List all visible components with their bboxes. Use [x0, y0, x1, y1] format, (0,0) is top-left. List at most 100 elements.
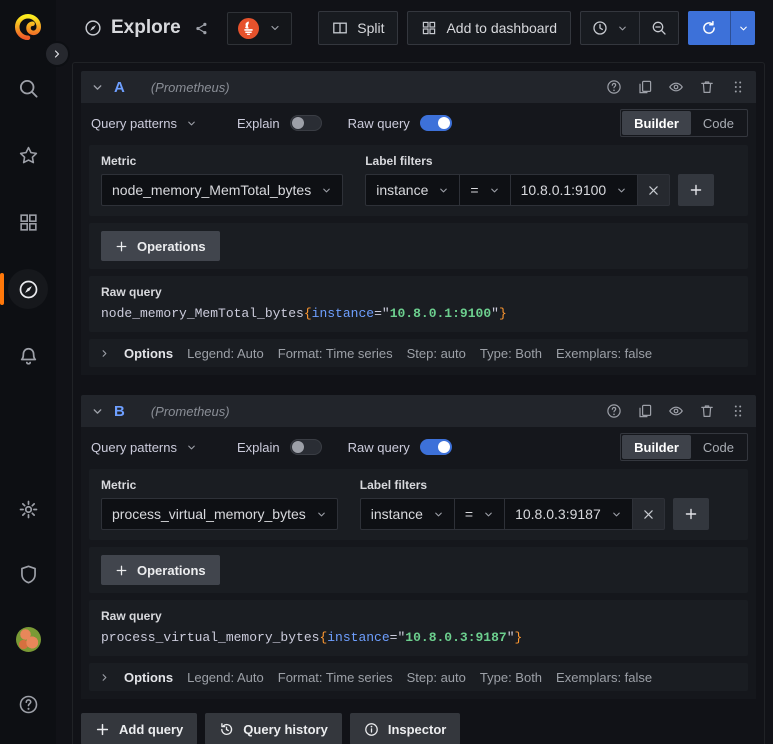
raw-query-panel: Raw query node_memory_MemTotal_bytes{ins…: [89, 276, 748, 332]
sidebar-item-server-admin[interactable]: [8, 554, 48, 594]
code-mode-tab[interactable]: Code: [691, 111, 746, 135]
run-interval-dropdown[interactable]: [730, 11, 755, 45]
raw-query-expression: node_memory_MemTotal_bytes{instance="10.…: [101, 306, 507, 321]
builder-mode-tab[interactable]: Builder: [622, 111, 691, 135]
add-filter-button[interactable]: [678, 174, 715, 206]
duplicate-query-icon[interactable]: [637, 403, 653, 419]
explore-content: A (Prometheus) Query patterns Explain Ra…: [56, 56, 773, 744]
metric-select[interactable]: process_virtual_memory_bytes: [101, 498, 338, 530]
datasource-picker[interactable]: [226, 11, 292, 45]
add-query-button[interactable]: Add query: [81, 713, 198, 744]
plus-icon: [690, 184, 702, 196]
chevron-down-icon: [612, 512, 620, 516]
filter-operator-select[interactable]: =: [460, 174, 511, 206]
toggle-visibility-eye-icon[interactable]: [668, 79, 684, 95]
chevron-down-icon: [490, 188, 498, 192]
add-operation-button[interactable]: Operations: [101, 555, 220, 585]
explain-toggle[interactable]: [289, 115, 322, 131]
query-rows-container: A (Prometheus) Query patterns Explain Ra…: [72, 62, 765, 744]
sidebar-item-configuration[interactable]: [8, 489, 48, 529]
raw-query-panel: Raw query process_virtual_memory_bytes{i…: [89, 600, 748, 656]
options-title: Options: [124, 345, 174, 361]
query-row-body-b: Query patterns Explain Raw query Builder…: [81, 427, 756, 699]
builder-mode-tab[interactable]: Builder: [622, 435, 691, 459]
explore-compass-icon: [85, 20, 101, 36]
query-row-body-a: Query patterns Explain Raw query Builder…: [81, 103, 756, 375]
drag-handle-icon[interactable]: [730, 403, 746, 419]
inspector-button[interactable]: Inspector: [349, 713, 461, 744]
sidebar-item-dashboards[interactable]: [8, 202, 48, 242]
chevron-down-icon: [435, 512, 442, 516]
sidebar-item-profile[interactable]: [8, 619, 48, 659]
chevron-down-icon: [271, 25, 279, 31]
sidebar-item-starred[interactable]: [8, 135, 48, 175]
query-options-toggle[interactable]: Options Legend: Auto Format: Time series…: [89, 663, 748, 691]
add-filter-button[interactable]: [672, 498, 709, 530]
chevron-down-icon: [485, 512, 492, 516]
add-to-dashboard-label: Add to dashboard: [446, 20, 557, 36]
search-icon: [19, 79, 38, 98]
filter-value-select[interactable]: 10.8.0.1:9100: [510, 174, 639, 206]
raw-query-label: Raw query: [347, 439, 410, 455]
remove-filter-button[interactable]: [632, 498, 665, 530]
query-help-icon[interactable]: [606, 79, 622, 95]
label-filters-label: Label filters: [359, 478, 428, 492]
remove-query-trash-icon[interactable]: [699, 403, 715, 419]
add-operation-button[interactable]: Operations: [101, 231, 220, 261]
sidebar-item-search[interactable]: [8, 68, 48, 108]
query-patterns-button[interactable]: Query patterns: [89, 112, 205, 135]
plus-icon: [116, 565, 127, 575]
explore-actions: Add query Query history Inspector: [81, 713, 756, 744]
star-icon: [19, 146, 37, 163]
dashboards-grid-icon: [19, 213, 37, 231]
time-picker-button[interactable]: [581, 12, 639, 44]
query-datasource-hint: (Prometheus): [150, 79, 230, 95]
remove-query-trash-icon[interactable]: [699, 79, 715, 95]
sidebar-item-alerting[interactable]: [8, 336, 48, 376]
grafana-logo-icon[interactable]: [13, 12, 43, 42]
filter-label-select[interactable]: instance: [365, 174, 461, 206]
drag-handle-icon[interactable]: [730, 79, 746, 95]
filter-value-select[interactable]: 10.8.0.3:9187: [505, 498, 633, 530]
code-mode-tab[interactable]: Code: [691, 435, 746, 459]
shield-icon: [20, 565, 36, 583]
sidebar-expand-button[interactable]: [44, 41, 70, 67]
query-history-button[interactable]: Query history: [205, 713, 342, 744]
explain-toggle[interactable]: [289, 439, 322, 455]
query-row-header-b[interactable]: B (Prometheus): [81, 395, 756, 427]
sidebar-nav-bottom: [8, 489, 48, 724]
filter-label-select[interactable]: instance: [359, 498, 455, 530]
options-type: Type: Both: [479, 345, 543, 361]
run-query-button[interactable]: [688, 11, 730, 45]
query-options-toggle[interactable]: Options Legend: Auto Format: Time series…: [89, 339, 748, 367]
query-help-icon[interactable]: [606, 403, 622, 419]
editor-mode-switch: Builder Code: [620, 109, 748, 137]
duplicate-query-icon[interactable]: [637, 79, 653, 95]
raw-query-label: Raw query: [347, 115, 410, 131]
query-patterns-button[interactable]: Query patterns: [89, 436, 205, 459]
add-to-dashboard-button[interactable]: Add to dashboard: [407, 11, 571, 45]
avatar: [15, 626, 41, 652]
metric-select[interactable]: node_memory_MemTotal_bytes: [101, 174, 344, 206]
metric-label: Metric: [101, 478, 137, 492]
history-icon: [221, 722, 233, 735]
split-button[interactable]: Split: [318, 11, 399, 45]
query-row-header-a[interactable]: A (Prometheus): [81, 71, 756, 103]
zoom-out-time-button[interactable]: [639, 12, 678, 44]
toggle-visibility-eye-icon[interactable]: [668, 403, 684, 419]
chevron-down-icon: [317, 512, 325, 516]
collapse-chevron-icon[interactable]: [91, 405, 104, 418]
sidebar-item-help[interactable]: [8, 684, 48, 724]
topbar-actions: Split Add to dashboard: [318, 11, 755, 45]
raw-query-toggle[interactable]: [419, 115, 452, 131]
options-type: Type: Both: [479, 669, 543, 685]
collapse-chevron-icon[interactable]: [91, 81, 104, 94]
raw-query-toggle[interactable]: [419, 439, 452, 455]
filter-operator-select[interactable]: =: [454, 498, 506, 530]
query-datasource-hint: (Prometheus): [150, 403, 230, 419]
remove-filter-button[interactable]: [638, 174, 671, 206]
options-legend: Legend: Auto: [187, 345, 264, 361]
share-icon[interactable]: [194, 21, 209, 36]
explore-compass-icon: [19, 280, 37, 298]
sidebar-item-explore[interactable]: [0, 269, 48, 309]
